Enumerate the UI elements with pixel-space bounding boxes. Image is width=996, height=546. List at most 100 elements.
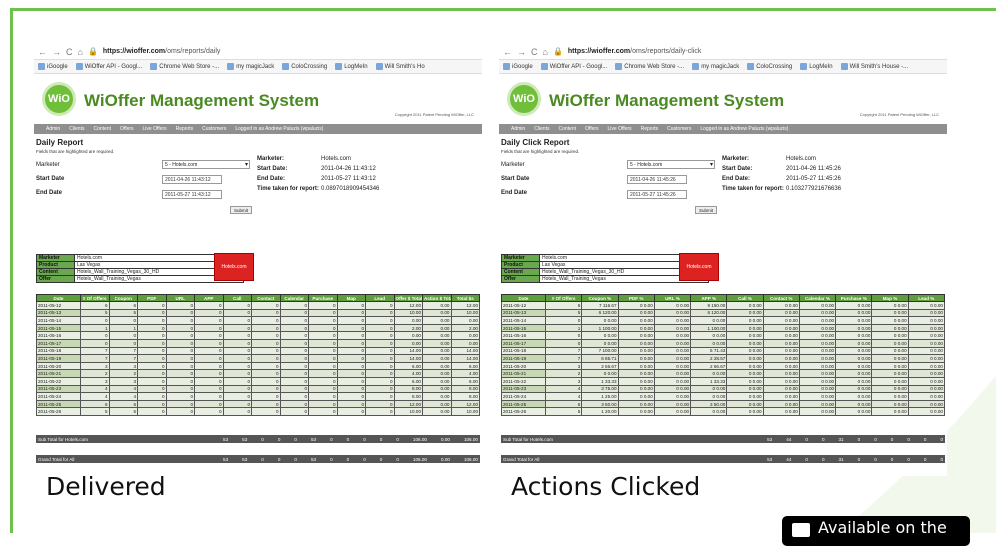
start-date-field[interactable]: 2011-04-26 11:43:12 <box>162 175 222 184</box>
table-cell: 14.00 <box>450 354 480 363</box>
table-cell: 6 <box>108 399 138 409</box>
table-cell: 7 <box>108 346 138 356</box>
table-cell: 0 0.00 <box>798 301 837 310</box>
menu-item[interactable]: Content <box>93 126 111 132</box>
column-header[interactable]: Purchase % <box>835 294 873 302</box>
table-cell: 1 <box>544 323 583 333</box>
menu-item[interactable]: Logged in as Andrew Paluzis (wpaluzis) <box>235 126 323 132</box>
column-header[interactable]: Map <box>336 294 366 302</box>
column-header[interactable]: Purchase <box>308 294 338 302</box>
menu-item[interactable]: Logged in as Andrew Paluzis (wpaluzis) <box>700 126 788 132</box>
table-cell: 1 33.33 <box>690 376 728 386</box>
marketer-select[interactable]: 5 - Hotels.com <box>162 160 250 169</box>
table-cell: 2 <box>80 369 110 378</box>
end-date-field[interactable]: 2011-05-27 11:43:12 <box>162 190 222 199</box>
column-header[interactable]: # Of Offers <box>80 294 110 302</box>
table-cell: 0 0.00 <box>798 376 837 386</box>
column-header[interactable]: URL <box>165 294 195 302</box>
bookmark-item[interactable]: iGoogle <box>38 63 68 70</box>
table-cell: 0 <box>137 407 167 416</box>
reload-icon[interactable]: C <box>531 47 538 57</box>
column-header[interactable]: Calendar <box>279 294 309 302</box>
store-badge[interactable]: Available on the <box>782 516 970 546</box>
home-icon[interactable]: ⌂ <box>543 47 548 57</box>
column-header[interactable]: Date <box>501 294 546 302</box>
forward-icon[interactable]: → <box>52 47 61 57</box>
menu-item[interactable]: Live Offers <box>143 126 167 132</box>
table-cell: 3 <box>108 376 138 386</box>
url-field[interactable]: https://wioffer.com/oms/reports/daily-cl… <box>568 48 701 55</box>
bookmark-item[interactable]: Will Smith's House -... <box>840 63 908 70</box>
bookmark-item[interactable]: my magicJack <box>692 63 739 70</box>
end-date-field[interactable]: 2011-05-27 11:45:26 <box>627 190 687 199</box>
submit-button[interactable]: Submit <box>230 206 252 214</box>
menu-item[interactable]: Admin <box>511 126 525 132</box>
copyright: Copyright 2011 Patent Pending WiOffer, L… <box>859 112 939 117</box>
table-row: 2011-05-12 6 6 0 0 0 0 0 0 0 0 0 12.00 0.00 12.00 <box>36 301 480 310</box>
column-header[interactable]: APP % <box>690 294 728 302</box>
table-cell: 0 <box>165 323 195 333</box>
url-field[interactable]: https://wioffer.com/oms/reports/daily <box>103 48 220 55</box>
table-cell: 0 0.00 <box>798 369 837 378</box>
table-cell: 12.00 <box>393 399 423 409</box>
column-header[interactable]: PDF <box>137 294 167 302</box>
back-icon[interactable]: ← <box>38 47 47 57</box>
bookmark-item[interactable]: Chrome Web Store -... <box>615 63 684 70</box>
marketer-select[interactable]: 5 - Hotels.com <box>627 160 715 169</box>
bookmark-item[interactable]: my magicJack <box>227 63 274 70</box>
menu-item[interactable]: Live Offers <box>608 126 632 132</box>
column-header[interactable]: Call % <box>726 294 764 302</box>
menu-item[interactable]: Offers <box>585 126 599 132</box>
column-header[interactable]: Calendar % <box>798 294 837 302</box>
bookmark-item[interactable]: iGoogle <box>503 63 533 70</box>
column-header[interactable]: Call <box>222 294 252 302</box>
column-header[interactable]: PDF % <box>617 294 655 302</box>
table-cell: 8.00 <box>393 384 423 394</box>
column-header[interactable]: Total $s <box>450 294 480 302</box>
reload-icon[interactable]: C <box>66 47 73 57</box>
column-header[interactable]: Map % <box>871 294 909 302</box>
bookmark-item[interactable]: Chrome Web Store -... <box>150 63 219 70</box>
column-header[interactable]: Coupon % <box>581 294 619 302</box>
forward-icon[interactable]: → <box>517 47 526 57</box>
table-cell: 0 0.00 <box>617 316 655 325</box>
home-icon[interactable]: ⌂ <box>78 47 83 57</box>
submit-button[interactable]: Submit <box>695 206 717 214</box>
column-header[interactable]: Action $ Total <box>422 294 452 302</box>
column-header[interactable]: Lead <box>365 294 395 302</box>
column-header[interactable]: Date <box>36 294 81 302</box>
menu-item[interactable]: Reports <box>176 126 194 132</box>
column-header[interactable]: Contact % <box>762 294 800 302</box>
column-header[interactable]: Coupon <box>108 294 138 302</box>
table-cell: 0 <box>251 308 281 318</box>
column-header[interactable]: Offer $ Total <box>393 294 423 302</box>
start-date-field[interactable]: 2011-04-26 11:45:26 <box>627 175 687 184</box>
table-row: 2011-05-16 0 0 0 0 0 0 0 0 0 0 0 0.00 0.00 0.00 <box>36 331 480 340</box>
bookmark-item[interactable]: WiOffer API - Googl... <box>540 63 607 70</box>
menu-item[interactable]: Admin <box>46 126 60 132</box>
column-header[interactable]: APP <box>194 294 224 302</box>
column-header[interactable]: Contact <box>251 294 281 302</box>
menu-item[interactable]: Customers <box>667 126 691 132</box>
back-icon[interactable]: ← <box>503 47 512 57</box>
menu-item[interactable]: Clients <box>69 126 84 132</box>
menu-item[interactable]: Offers <box>120 126 134 132</box>
menu-item[interactable]: Content <box>558 126 576 132</box>
column-header[interactable]: URL % <box>653 294 692 302</box>
bookmark-item[interactable]: ColoCrossing <box>747 63 792 70</box>
menu-item[interactable]: Customers <box>202 126 226 132</box>
table-cell: 0 <box>194 316 224 325</box>
menu-item[interactable]: Clients <box>534 126 549 132</box>
menu-item[interactable]: Reports <box>641 126 659 132</box>
table-row: 2011-05-17 0 0 0.00 0 0.00 0 0.00 0 0.00 0 0.0… <box>501 338 946 348</box>
bookmark-item[interactable]: ColoCrossing <box>282 63 327 70</box>
bookmark-item[interactable]: Will Smith's Ho <box>375 63 425 70</box>
bookmark-item[interactable]: WiOffer API - Googl... <box>75 63 142 70</box>
bookmark-item[interactable]: LogMeIn <box>335 63 368 70</box>
column-header[interactable]: Lead % <box>907 294 946 302</box>
table-cell: 0 <box>137 301 167 310</box>
table-cell: 0 0.00 <box>653 323 692 333</box>
table-cell: 0 <box>279 346 309 356</box>
column-header[interactable]: # Of Offers <box>544 294 583 302</box>
bookmark-item[interactable]: LogMeIn <box>800 63 833 70</box>
